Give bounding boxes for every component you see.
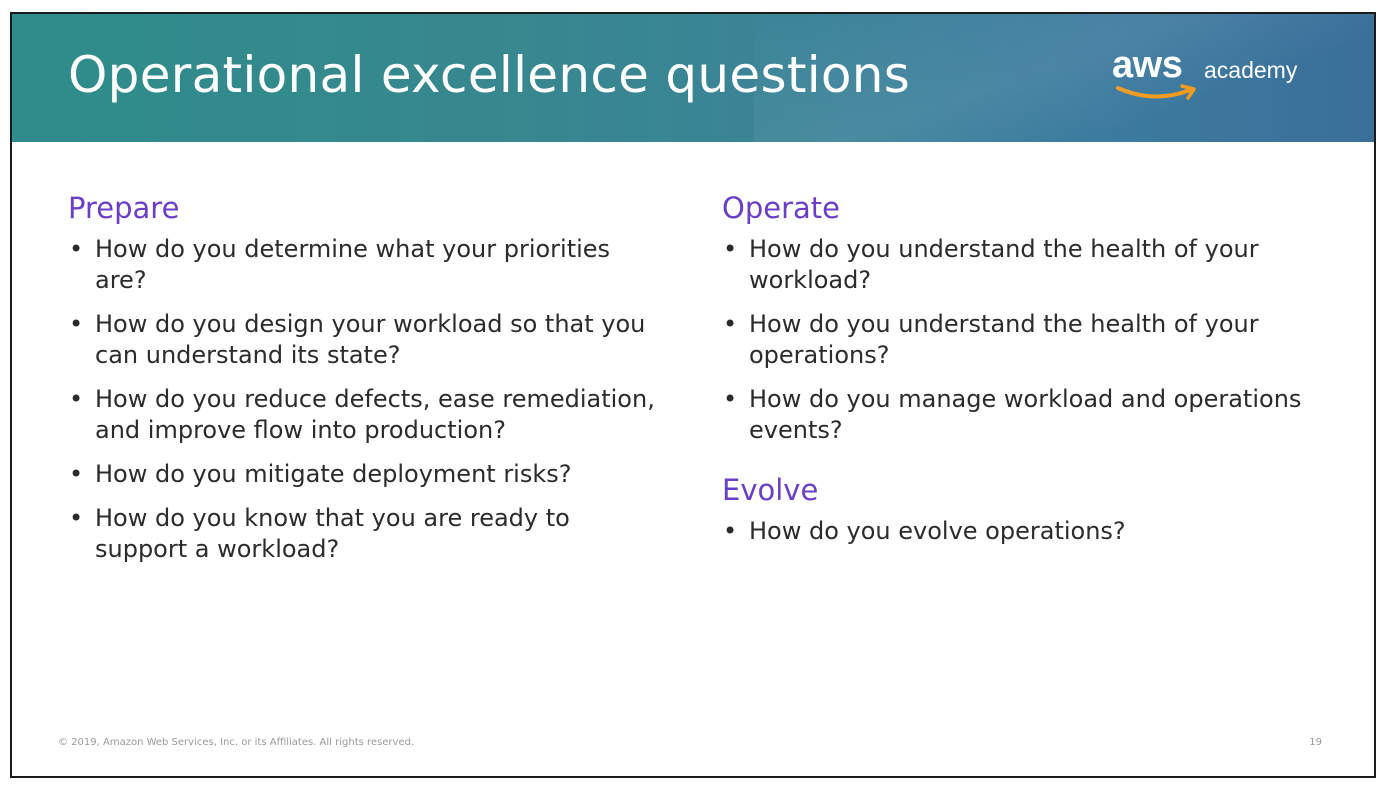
logo-wordmark: aws	[1112, 44, 1183, 86]
bullet-icon: •	[723, 385, 738, 413]
bullet-icon: •	[69, 385, 84, 413]
bullet-icon: •	[723, 517, 738, 545]
bullet-icon: •	[69, 504, 84, 532]
bullet-icon: •	[69, 310, 84, 338]
list-item: • How do you determine what your prioriti…	[68, 234, 668, 296]
list-item: • How do you manage workload and operatio…	[722, 384, 1322, 446]
bullet-text: How do you evolve operations?	[749, 517, 1126, 545]
bullet-text: How do you mitigate deployment risks?	[95, 460, 572, 488]
prepare-list: • How do you determine what your prioriti…	[68, 234, 668, 565]
list-item: • How do you reduce defects, ease remedia…	[68, 384, 668, 446]
title-banner: Operational excellence questions aws aca…	[12, 14, 1374, 142]
bullet-text: How do you design your workload so that …	[95, 310, 646, 369]
aws-academy-logo: aws academy	[1112, 44, 1322, 114]
bullet-icon: •	[723, 235, 738, 263]
list-item: • How do you know that you are ready to s…	[68, 503, 668, 565]
bullet-icon: •	[69, 235, 84, 263]
slide: Operational excellence questions aws aca…	[10, 12, 1376, 778]
list-item: • How do you evolve operations?	[722, 516, 1322, 547]
bullet-text: How do you understand the health of your…	[749, 310, 1259, 369]
page-number: 19	[1309, 737, 1322, 748]
bullet-icon: •	[723, 310, 738, 338]
list-item: • How do you understand the health of you…	[722, 309, 1322, 371]
copyright-notice: © 2019, Amazon Web Services, Inc. or its…	[58, 737, 415, 748]
left-column: Prepare • How do you determine what your …	[68, 188, 668, 578]
bullet-text: How do you reduce defects, ease remediat…	[95, 385, 655, 444]
bullet-text: How do you know that you are ready to su…	[95, 504, 570, 563]
bullet-text: How do you determine what your prioritie…	[95, 235, 611, 294]
bullet-text: How do you manage workload and operation…	[749, 385, 1302, 444]
section-heading-prepare: Prepare	[68, 191, 180, 225]
logo-academy-label: academy	[1204, 57, 1298, 83]
section-heading-operate: Operate	[722, 191, 840, 225]
operate-list: • How do you understand the health of you…	[722, 234, 1322, 446]
slide-title: Operational excellence questions	[68, 46, 911, 104]
right-column: Operate • How do you understand the healt…	[722, 188, 1322, 560]
bullet-icon: •	[69, 460, 84, 488]
list-item: • How do you design your workload so that…	[68, 309, 668, 371]
section-heading-evolve: Evolve	[722, 473, 819, 507]
list-item: • How do you understand the health of you…	[722, 234, 1322, 296]
evolve-list: • How do you evolve operations?	[722, 516, 1322, 547]
bullet-text: How do you understand the health of your…	[749, 235, 1259, 294]
list-item: • How do you mitigate deployment risks?	[68, 459, 668, 490]
amazon-smile-icon	[1116, 84, 1196, 100]
